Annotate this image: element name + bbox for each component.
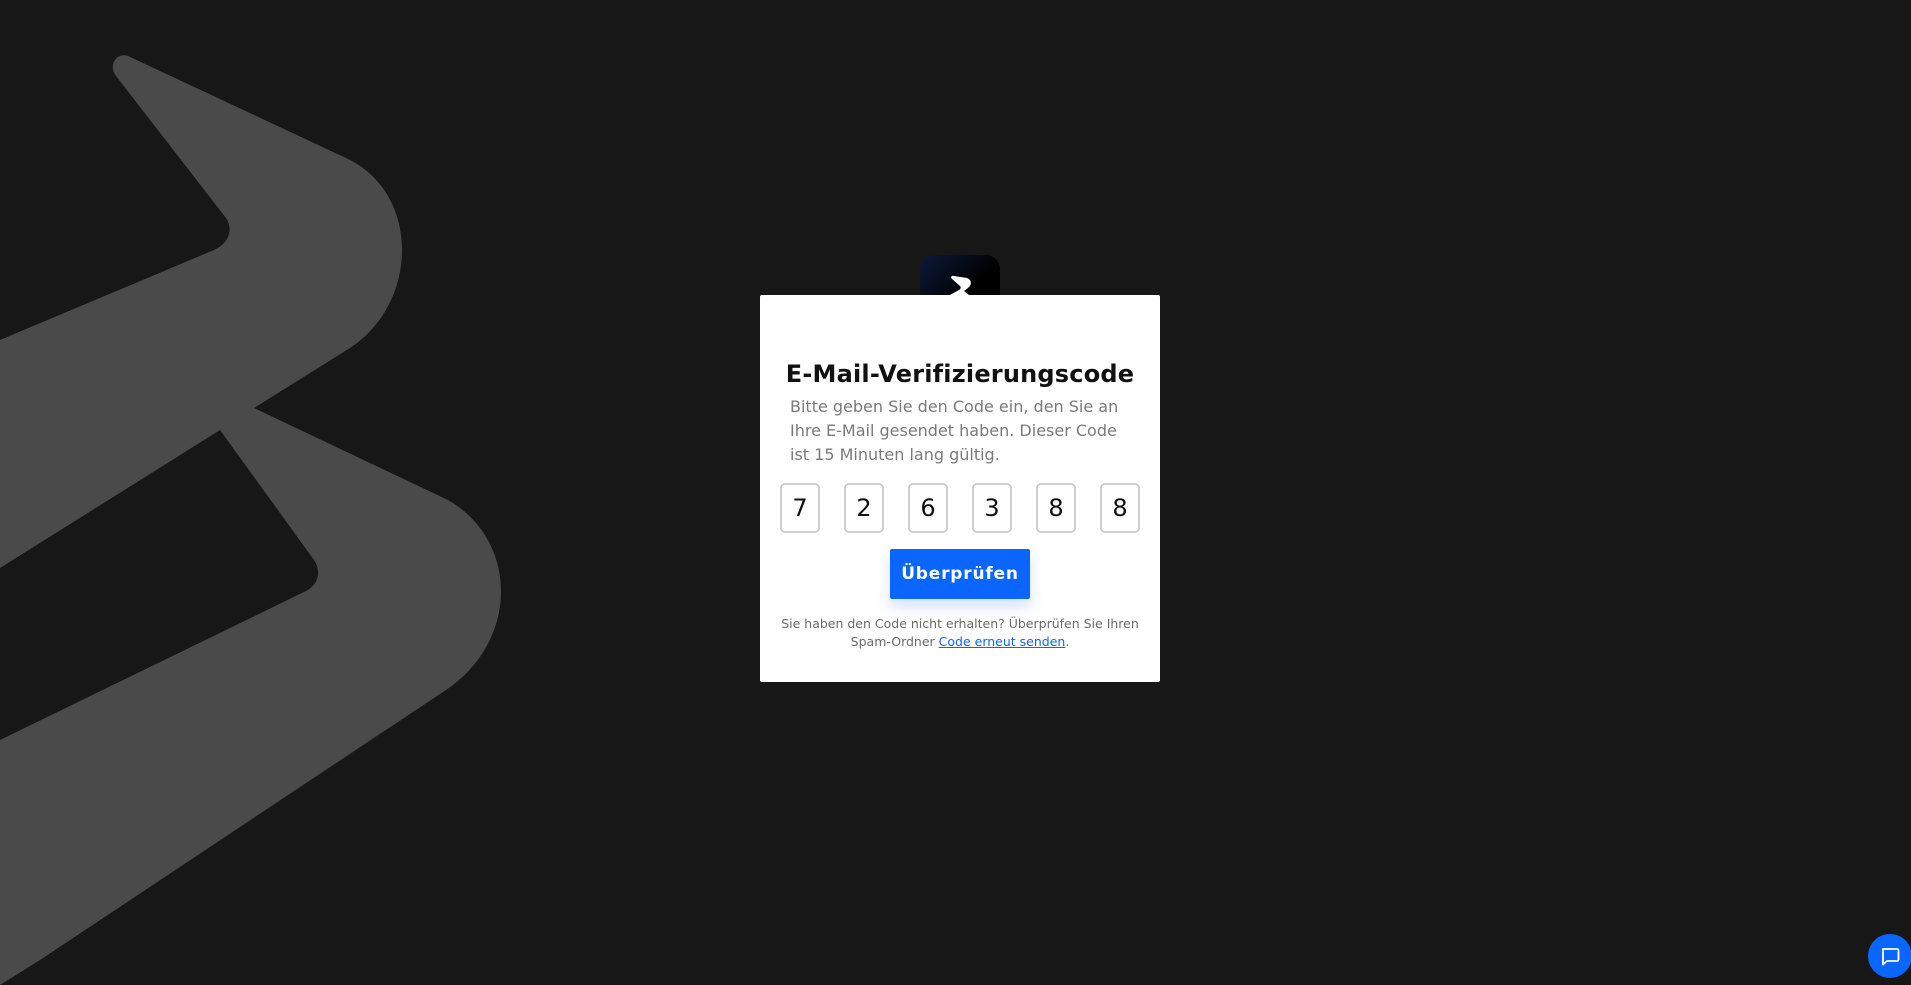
- verify-button[interactable]: Überprüfen: [890, 549, 1030, 599]
- dialog-title: E-Mail-Verifizierungscode: [785, 360, 1135, 388]
- resend-hint-end: .: [1065, 634, 1070, 649]
- code-digit-4[interactable]: [972, 483, 1012, 533]
- code-digit-3[interactable]: [908, 483, 948, 533]
- chat-icon: [1881, 948, 1900, 966]
- verification-dialog: E-Mail-Verifizierungscode Bitte geben Si…: [760, 295, 1160, 682]
- code-digit-2[interactable]: [844, 483, 884, 533]
- resend-code-link[interactable]: Code erneut senden: [939, 634, 1066, 649]
- code-digit-6[interactable]: [1100, 483, 1140, 533]
- dialog-description: Bitte geben Sie den Code ein, den Sie an…: [790, 397, 1119, 464]
- chat-button[interactable]: [1868, 934, 1911, 978]
- resend-hint: Sie haben den Code nicht erhalten? Überp…: [780, 615, 1140, 651]
- code-digit-5[interactable]: [1036, 483, 1076, 533]
- code-digit-1[interactable]: [780, 483, 820, 533]
- code-input-group: [780, 483, 1140, 533]
